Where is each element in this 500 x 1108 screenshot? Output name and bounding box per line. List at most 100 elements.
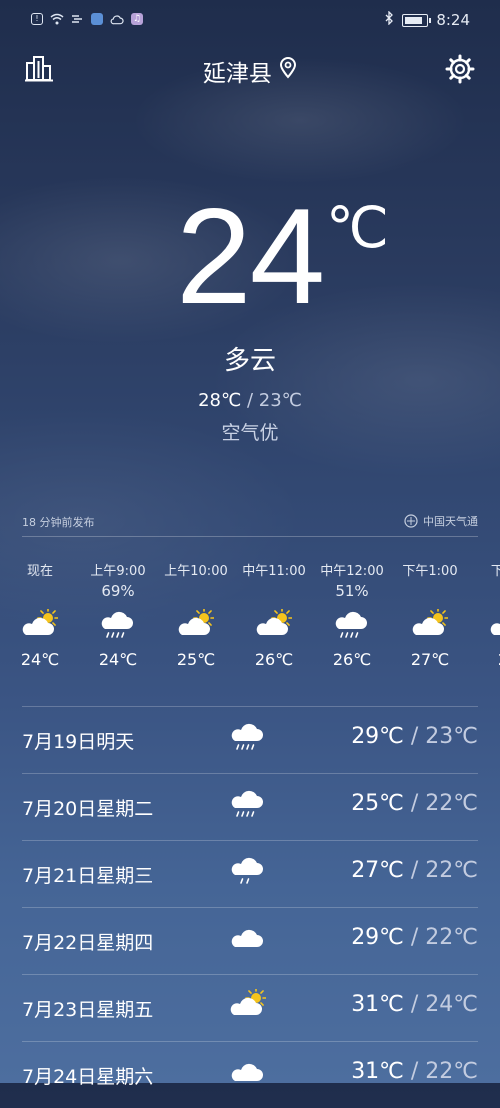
precipitation-chance [1,582,79,606]
location-title[interactable]: 延津县 [0,54,500,88]
header: 延津县 [0,48,500,92]
daily-range: 31℃ / 24℃ [351,992,478,1017]
partly-cloudy-icon [235,606,313,644]
daily-row[interactable]: 7月21日星期三 27℃ / 22℃ [22,840,478,907]
hotspot-icon [70,12,84,26]
location-pin-icon [279,57,297,85]
daily-row[interactable]: 7月22日星期四 29℃ / 22℃ [22,907,478,974]
daily-date: 7月21日星期三 [22,865,154,887]
precipitation-chance [391,582,469,606]
hourly-temperature: 28 [469,650,500,669]
hourly-time: 下午1:00 [402,564,458,579]
hourly-forecast[interactable]: 现在 24℃ 上午9:00 69% 24℃ 上午10:00 25℃ 中午11:00 26℃ 中午1… [0,560,500,700]
daily-range: 31℃ / 22℃ [351,1059,478,1084]
daily-low: 22℃ [425,1059,478,1084]
light-rain-icon [230,855,270,891]
hourly-item: 中午11:00 26℃ [235,560,313,669]
daily-high: 29℃ [351,724,404,749]
status-time: 8:24 [436,11,470,29]
published-time: 18 分钟前发布 [22,516,95,529]
daily-high: 31℃ [351,1059,404,1084]
current-temperature: 24 [176,180,325,332]
partly-cloudy-icon [1,606,79,644]
hourly-temperature: 27℃ [410,650,450,669]
app-notification-icon [90,12,104,26]
rain-icon [230,788,270,824]
bluetooth-icon [385,10,394,29]
daily-row[interactable]: 7月24日星期六 31℃ / 22℃ [22,1041,478,1108]
daily-row[interactable]: 7月19日明天 29℃ / 23℃ [22,706,478,773]
rain-icon [313,606,391,644]
hourly-temperature: 26℃ [254,650,294,669]
precipitation-chance [235,582,313,606]
precipitation-chance: 69% [101,582,135,600]
partly-cloudy-icon [157,606,235,644]
daily-low: 24℃ [425,992,478,1017]
hourly-time: 中午11:00 [242,564,306,579]
daily-range: 29℃ / 22℃ [351,925,478,950]
partly-cloudy-icon [469,606,500,644]
hourly-item: 下午2 28 [469,560,500,669]
hourly-item: 中午12:00 51% 26℃ [313,560,391,669]
precipitation-chance: 51% [335,582,369,600]
hourly-temperature: 26℃ [332,650,372,669]
hourly-time: 现在 [26,564,53,579]
daily-row[interactable]: 7月20日星期二 25℃ / 22℃ [22,773,478,840]
cloudy-icon [230,1056,270,1092]
source-logo-icon [404,514,418,528]
status-bar: ! ♫ 8:24 [0,0,500,40]
data-source-label: 中国天气通 [423,515,478,528]
hourly-temperature: 25℃ [176,650,216,669]
daily-range: 27℃ / 22℃ [351,858,478,883]
daily-date: 7月23日星期五 [22,999,154,1021]
precipitation-chance [469,582,500,606]
hourly-time: 中午12:00 [320,564,384,579]
wifi-icon [50,12,64,26]
daily-date: 7月20日星期二 [22,798,154,820]
daily-high: 25℃ [351,791,404,816]
hourly-temperature: 24℃ [98,650,138,669]
range-separator: / [403,992,426,1017]
range-separator: / [403,724,426,749]
hourly-time: 上午10:00 [164,564,228,579]
today-high: 28℃ [198,390,242,411]
music-icon: ♫ [131,13,143,25]
hourly-temperature: 24℃ [20,650,60,669]
daily-forecast[interactable]: 7月19日明天 29℃ / 23℃ 7月20日星期二 25℃ / 22℃ 7月21日星期… [22,706,478,1108]
daily-range: 29℃ / 23℃ [351,724,478,749]
publish-info-row: 18 分钟前发布 中国天气通 [22,510,478,537]
daily-low: 23℃ [425,724,478,749]
gear-icon [445,54,475,84]
daily-high: 27℃ [351,858,404,883]
current-condition: 多云 [223,346,276,376]
rain-icon [79,606,157,644]
alert-icon: ! [30,12,44,26]
settings-button[interactable] [445,54,475,84]
range-separator: / [403,791,426,816]
hourly-item: 上午10:00 25℃ [157,560,235,669]
today-low: 23℃ [258,390,302,411]
hourly-time: 上午9:00 [90,564,146,579]
hourly-time: 下午2 [490,564,500,579]
cloud-status-icon [110,12,124,26]
cloudy-icon [230,922,270,958]
daily-high: 29℃ [351,925,404,950]
hourly-item: 下午1:00 27℃ [391,560,469,669]
daily-low: 22℃ [425,925,478,950]
air-quality[interactable]: 空气优 [0,418,500,445]
daily-date: 7月24日星期六 [22,1066,154,1088]
daily-date: 7月19日明天 [22,731,135,753]
rain-icon [230,721,270,757]
partly-cloudy-icon [391,606,469,644]
temperature-unit: ℃ [326,196,389,259]
range-separator: / [403,858,426,883]
range-separator: / [403,1059,426,1084]
precipitation-chance [157,582,235,606]
range-separator: / [403,925,426,950]
daily-low: 22℃ [425,858,478,883]
daily-row[interactable]: 7月23日星期五 31℃ / 24℃ [22,974,478,1041]
daily-date: 7月22日星期四 [22,932,154,954]
data-source[interactable]: 中国天气通 [404,513,478,529]
daily-high: 31℃ [351,992,404,1017]
location-name: 延津县 [202,61,272,87]
